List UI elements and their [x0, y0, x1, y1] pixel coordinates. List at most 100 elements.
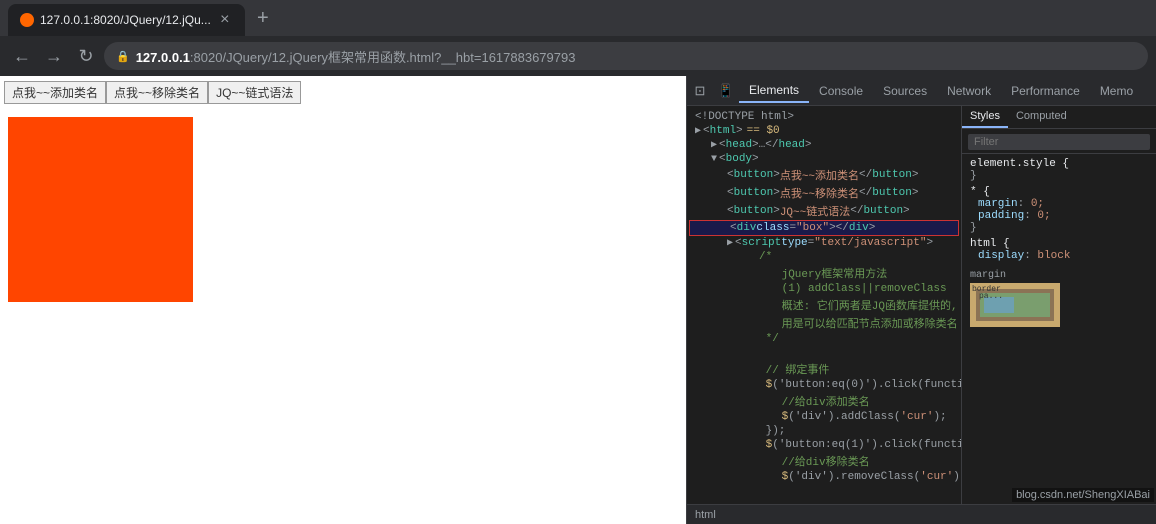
- html-line-code2: $('div').addClass('cur');: [687, 410, 961, 424]
- style-prop-display: display: block: [970, 250, 1148, 262]
- style-selector-html: html {: [970, 238, 1148, 250]
- html-line-comment6: */: [687, 332, 961, 346]
- back-button[interactable]: ←: [8, 42, 36, 70]
- box-model-outer: border pa...: [970, 283, 1060, 327]
- lock-icon: 🔒: [116, 50, 130, 63]
- reload-button[interactable]: ↻: [72, 42, 100, 70]
- html-line-btn2[interactable]: <button>点我~~移除类名</button>: [687, 184, 961, 202]
- devtools-icon-device[interactable]: 📱: [713, 78, 739, 104]
- style-close-brace2: }: [970, 222, 1148, 234]
- prop-val-display: block: [1037, 250, 1070, 262]
- tab-favicon: [20, 13, 34, 27]
- address-bar[interactable]: 🔒 127.0.0.1:8020/JQuery/12.jQuery框架常用函数.…: [104, 42, 1148, 70]
- triangle-body[interactable]: ▼: [711, 154, 717, 165]
- devtools-tabbar: ⊡ 📱 Elements Console Sources Network Per…: [687, 76, 1156, 106]
- html-line-btn1[interactable]: <button>点我~~添加类名</button>: [687, 166, 961, 184]
- eq-sign: == $0: [747, 125, 780, 137]
- tab-bar: 127.0.0.1:8020/JQuery/12.jQu... × +: [0, 0, 1156, 36]
- tab-sources[interactable]: Sources: [873, 80, 937, 102]
- blog-link-text: blog.csdn.net/ShengXIABai: [1016, 489, 1150, 501]
- nav-bar: ← → ↻ 🔒 127.0.0.1:8020/JQuery/12.jQuery框…: [0, 36, 1156, 76]
- html-line-code4: $('button:eq(1)').click(function(){: [687, 438, 961, 452]
- new-tab-button[interactable]: +: [249, 4, 277, 32]
- remove-class-button[interactable]: 点我~~移除类名: [106, 81, 208, 104]
- tag-html-open: <: [703, 125, 710, 137]
- html-line-head[interactable]: ▶ <head>…</head>: [687, 138, 961, 152]
- triangle-html[interactable]: ▶: [695, 125, 701, 137]
- style-prop-padding: padding: 0;: [970, 210, 1148, 222]
- html-tree: <!DOCTYPE html> ▶ <html> == $0 ▶ <head>……: [687, 106, 961, 504]
- prop-val-margin: 0;: [1031, 198, 1044, 210]
- blog-link: blog.csdn.net/ShengXIABai: [1012, 488, 1154, 502]
- style-rule-element: element.style { }: [970, 158, 1148, 182]
- tag-html-name: html: [710, 125, 736, 137]
- tag-head: <: [719, 139, 726, 151]
- padding-label: pa...: [979, 292, 1003, 301]
- add-class-button[interactable]: 点我~~添加类名: [4, 81, 106, 104]
- active-tab[interactable]: 127.0.0.1:8020/JQuery/12.jQu... ×: [8, 4, 245, 36]
- triangle-head[interactable]: ▶: [711, 139, 717, 151]
- style-prop-margin: margin: 0;: [970, 198, 1148, 210]
- html-line-comment5: 用是可以给匹配节点添加或移除类名: [687, 314, 961, 332]
- styles-filter-input[interactable]: [968, 134, 1150, 150]
- html-line-comment3: (1) addClass||removeClass: [687, 282, 961, 296]
- prop-name-padding: padding: [978, 210, 1024, 222]
- tab-memo[interactable]: Memo: [1090, 80, 1143, 102]
- styles-content: element.style { } * { margin: 0; padding…: [962, 154, 1156, 504]
- style-close-brace: }: [970, 170, 1148, 182]
- style-selector-star: * {: [970, 186, 1148, 198]
- status-text: html: [695, 509, 716, 521]
- styles-panel-tabs: Styles Computed: [962, 106, 1156, 129]
- tab-performance[interactable]: Performance: [1001, 80, 1090, 102]
- doctype-text: <!DOCTYPE html>: [695, 111, 794, 123]
- chain-syntax-button[interactable]: JQ~~链式语法: [208, 81, 301, 104]
- tab-console[interactable]: Console: [809, 80, 873, 102]
- browser-window: 127.0.0.1:8020/JQuery/12.jQu... × + ← → …: [0, 0, 1156, 524]
- tab-computed[interactable]: Computed: [1008, 106, 1075, 128]
- html-line-code-comment1: //给div添加类名: [687, 392, 961, 410]
- devtools-panel: ⊡ 📱 Elements Console Sources Network Per…: [686, 76, 1156, 524]
- tab-network[interactable]: Network: [937, 80, 1001, 102]
- html-line-code5: $('div').removeClass('cur');: [687, 470, 961, 484]
- tag-html-close: >: [736, 125, 743, 137]
- tab-styles[interactable]: Styles: [962, 106, 1008, 128]
- tab-elements[interactable]: Elements: [739, 79, 809, 103]
- styles-panel: Styles Computed element.style { }: [961, 106, 1156, 504]
- html-line-bind-comment: // 绑定事件: [687, 360, 961, 378]
- html-line-doctype[interactable]: <!DOCTYPE html>: [687, 110, 961, 124]
- webpage-buttons: 点我~~添加类名 点我~~移除类名 JQ~~链式语法: [0, 76, 686, 109]
- style-rule-star: * { margin: 0; padding: 0; }: [970, 186, 1148, 234]
- html-line-script[interactable]: ▶ <script type="text/javascript">: [687, 236, 961, 250]
- styles-filter-row: [962, 129, 1156, 154]
- triangle-script[interactable]: ▶: [727, 237, 733, 249]
- margin-label: margin: [970, 270, 1148, 281]
- forward-button[interactable]: →: [40, 42, 68, 70]
- style-selector-element: element.style {: [970, 158, 1148, 170]
- html-line-code-comment2: //给div移除类名: [687, 452, 961, 470]
- devtools-body: <!DOCTYPE html> ▶ <html> == $0 ▶ <head>……: [687, 106, 1156, 504]
- orange-box: [8, 117, 193, 302]
- webpage-content: [0, 109, 686, 524]
- prop-val-padding: 0;: [1037, 210, 1050, 222]
- main-area: 点我~~添加类名 点我~~移除类名 JQ~~链式语法 ⊡ 📱 Elements …: [0, 76, 1156, 524]
- html-line-html[interactable]: ▶ <html> == $0: [687, 124, 961, 138]
- prop-name-margin: margin: [978, 198, 1018, 210]
- address-text: 127.0.0.1:8020/JQuery/12.jQuery框架常用函数.ht…: [136, 47, 576, 66]
- html-line-comment1: /*: [687, 250, 961, 264]
- devtools-status-bar: html: [687, 504, 1156, 524]
- html-line-comment4: 概述: 它们两者是JQ函数库提供的, 两者主要作: [687, 296, 961, 314]
- html-line-body[interactable]: ▼ <body>: [687, 152, 961, 166]
- tab-close-icon[interactable]: ×: [217, 11, 233, 29]
- style-rule-html: html { display: block: [970, 238, 1148, 262]
- html-line-code3: });: [687, 424, 961, 438]
- html-line-comment2: jQuery框架常用方法: [687, 264, 961, 282]
- tab-title: 127.0.0.1:8020/JQuery/12.jQu...: [40, 13, 211, 27]
- webpage-area: 点我~~添加类名 点我~~移除类名 JQ~~链式语法: [0, 76, 686, 524]
- html-line-code1: $('button:eq(0)').click(function(){: [687, 378, 961, 392]
- html-line-div-box[interactable]: <div class="box"></div>: [689, 220, 959, 236]
- devtools-icon-inspect[interactable]: ⊡: [687, 78, 713, 104]
- prop-name-display: display: [978, 250, 1024, 262]
- html-line-empty: [687, 346, 961, 360]
- html-line-btn3[interactable]: <button>JQ~~链式语法</button>: [687, 202, 961, 220]
- margin-box-area: margin border pa...: [970, 270, 1148, 331]
